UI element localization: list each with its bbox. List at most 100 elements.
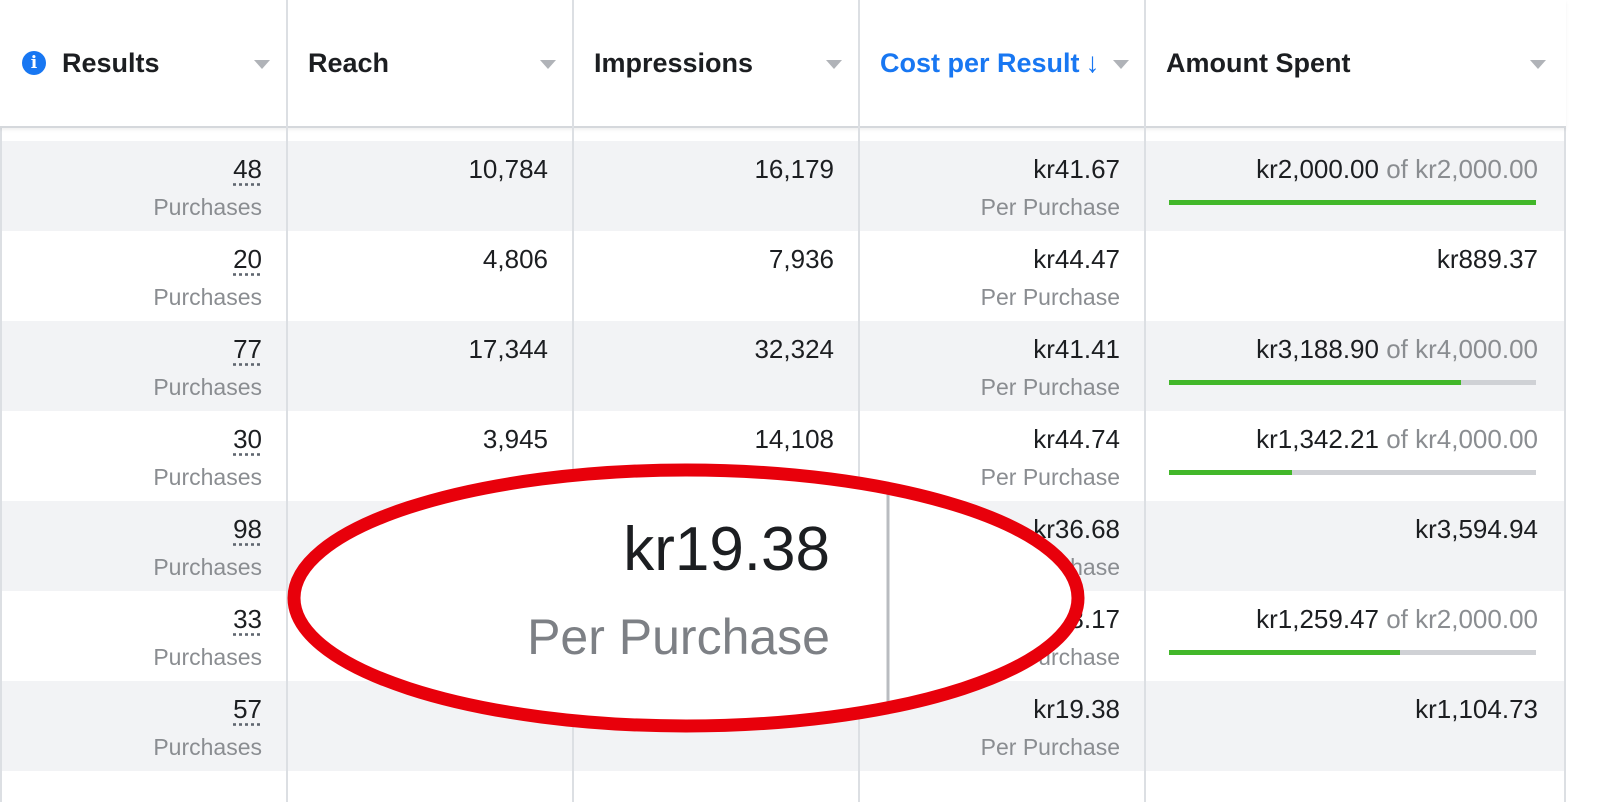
cell-results: 33 Purchases bbox=[0, 591, 286, 681]
col-header-results-label: Results bbox=[62, 47, 160, 78]
cell-results: 48 Purchases bbox=[0, 141, 286, 231]
results-unit: Purchases bbox=[153, 644, 262, 670]
caret-down-icon[interactable] bbox=[1113, 60, 1129, 69]
amount-spent: kr1,259.47 bbox=[1256, 604, 1379, 634]
amount-spent-value: kr2,000.00 of kr2,000.00 bbox=[1256, 154, 1538, 185]
results-value: 48 bbox=[233, 154, 262, 185]
table-row[interactable]: 20 Purchases 4,806 7,936 kr44.47 Per Purchase… bbox=[2, 231, 1564, 321]
results-value: 77 bbox=[233, 334, 262, 365]
cell-impressions: 16,179 bbox=[572, 141, 858, 231]
cell-reach: 10,784 bbox=[286, 141, 572, 231]
budget-progress-bar bbox=[1169, 380, 1536, 385]
amount-spent: kr3,594.94 bbox=[1415, 514, 1538, 544]
col-header-impressions-label: Impressions bbox=[594, 47, 754, 78]
cell-spent: kr1,342.21 of kr4,000.00 bbox=[1144, 411, 1562, 501]
caret-down-icon[interactable] bbox=[540, 60, 556, 69]
results-value: 33 bbox=[233, 604, 262, 635]
col-header-amount-spent[interactable]: Amount Spent bbox=[1166, 0, 1562, 126]
amount-spent-value: kr1,342.21 of kr4,000.00 bbox=[1256, 424, 1538, 455]
cell-spent: kr3,594.94 bbox=[1144, 501, 1562, 591]
amount-spent-value: kr3,188.90 of kr4,000.00 bbox=[1256, 334, 1538, 365]
highlight-ring bbox=[287, 463, 1085, 733]
budget-total: of kr4,000.00 bbox=[1386, 334, 1538, 364]
results-unit: Purchases bbox=[153, 734, 262, 760]
amount-spent: kr1,104.73 bbox=[1415, 694, 1538, 724]
cell-results: 30 Purchases bbox=[0, 411, 286, 501]
results-value: 57 bbox=[233, 694, 262, 725]
results-count-link[interactable]: 33 bbox=[233, 604, 262, 634]
results-value: 98 bbox=[233, 514, 262, 545]
budget-progress-bar bbox=[1169, 200, 1536, 205]
cell-reach: 17,344 bbox=[286, 321, 572, 411]
results-unit: Purchases bbox=[153, 194, 262, 220]
budget-progress-fill bbox=[1169, 650, 1401, 655]
col-header-amount-label: Amount Spent bbox=[1166, 47, 1351, 78]
zoom-callout: kr19.38 Per Purchase bbox=[286, 462, 1086, 734]
impressions-value: 7,936 bbox=[768, 244, 834, 274]
cost-per-result-value: kr44.74 bbox=[1033, 424, 1120, 454]
results-count-link[interactable]: 77 bbox=[233, 334, 262, 364]
results-count-link[interactable]: 30 bbox=[233, 424, 262, 454]
info-icon[interactable]: i bbox=[22, 51, 46, 75]
table-header: i Results Reach Impressions Cost per Res… bbox=[0, 0, 1566, 128]
amount-spent: kr3,188.90 bbox=[1256, 334, 1379, 364]
reach-value: 4,806 bbox=[482, 244, 548, 274]
budget-total: of kr2,000.00 bbox=[1386, 154, 1538, 184]
budget-progress-bar bbox=[1169, 650, 1536, 655]
zoom-cost-label: Per Purchase bbox=[527, 609, 830, 665]
budget-progress-bar bbox=[1169, 470, 1536, 475]
cost-per-result-unit: Per Purchase bbox=[980, 734, 1120, 760]
cost-per-result-unit: Per Purchase bbox=[980, 284, 1120, 310]
caret-down-icon[interactable] bbox=[1530, 60, 1546, 69]
budget-progress-fill bbox=[1169, 200, 1536, 205]
col-header-cost-per-result[interactable]: Cost per Result ↓ bbox=[880, 0, 1144, 126]
cell-impressions: 32,324 bbox=[572, 321, 858, 411]
cost-per-result-unit: Per Purchase bbox=[980, 374, 1120, 400]
col-header-cost-label: Cost per Result bbox=[880, 47, 1080, 78]
results-count-link[interactable]: 48 bbox=[233, 154, 262, 184]
sort-descending-icon[interactable]: ↓ bbox=[1086, 47, 1100, 79]
amount-spent: kr889.37 bbox=[1436, 244, 1538, 274]
budget-total: of kr4,000.00 bbox=[1386, 424, 1538, 454]
budget-total: of kr2,000.00 bbox=[1386, 604, 1538, 634]
cell-spent: kr1,104.73 bbox=[1144, 681, 1562, 771]
col-header-results[interactable]: i Results bbox=[22, 0, 286, 126]
amount-spent-value: kr1,259.47 of kr2,000.00 bbox=[1256, 604, 1538, 635]
results-count-link[interactable]: 57 bbox=[233, 694, 262, 724]
amount-spent-value: kr3,594.94 bbox=[1415, 514, 1538, 545]
cell-reach: 4,806 bbox=[286, 231, 572, 321]
results-count-link[interactable]: 20 bbox=[233, 244, 262, 274]
col-header-reach[interactable]: Reach bbox=[308, 0, 572, 126]
cell-cost: kr44.47 Per Purchase bbox=[858, 231, 1144, 321]
table-row[interactable]: 48 Purchases 10,784 16,179 kr41.67 Per Purcha… bbox=[2, 141, 1564, 231]
table-row[interactable]: 77 Purchases 17,344 32,324 kr41.41 Per Purcha… bbox=[2, 321, 1564, 411]
impressions-value: 32,324 bbox=[754, 334, 834, 364]
amount-spent: kr2,000.00 bbox=[1256, 154, 1379, 184]
results-unit: Purchases bbox=[153, 374, 262, 400]
results-value: 20 bbox=[233, 244, 262, 275]
cell-spent: kr2,000.00 of kr2,000.00 bbox=[1144, 141, 1562, 231]
cost-per-result-unit: Per Purchase bbox=[980, 194, 1120, 220]
cost-per-result-value: kr44.47 bbox=[1033, 244, 1120, 274]
caret-down-icon[interactable] bbox=[826, 60, 842, 69]
cell-spent: kr3,188.90 of kr4,000.00 bbox=[1144, 321, 1562, 411]
results-unit: Purchases bbox=[153, 284, 262, 310]
col-header-impressions[interactable]: Impressions bbox=[594, 0, 858, 126]
results-value: 30 bbox=[233, 424, 262, 455]
column-divider bbox=[1144, 0, 1146, 802]
cell-spent: kr1,259.47 of kr2,000.00 bbox=[1144, 591, 1562, 681]
caret-down-icon[interactable] bbox=[254, 60, 270, 69]
cell-results: 57 Purchases bbox=[0, 681, 286, 771]
impressions-value: 14,108 bbox=[754, 424, 834, 454]
cost-per-result-value: kr41.67 bbox=[1033, 154, 1120, 184]
results-count-link[interactable]: 98 bbox=[233, 514, 262, 544]
cell-results: 20 Purchases bbox=[0, 231, 286, 321]
amount-spent-value: kr889.37 bbox=[1437, 244, 1538, 275]
cell-cost: kr41.67 Per Purchase bbox=[858, 141, 1144, 231]
results-unit: Purchases bbox=[153, 464, 262, 490]
cost-per-result-value: kr41.41 bbox=[1033, 334, 1120, 364]
reach-value: 3,945 bbox=[482, 424, 548, 454]
reach-value: 17,344 bbox=[468, 334, 548, 364]
budget-progress-fill bbox=[1169, 380, 1462, 385]
zoom-cost-value: kr19.38 bbox=[623, 515, 830, 584]
